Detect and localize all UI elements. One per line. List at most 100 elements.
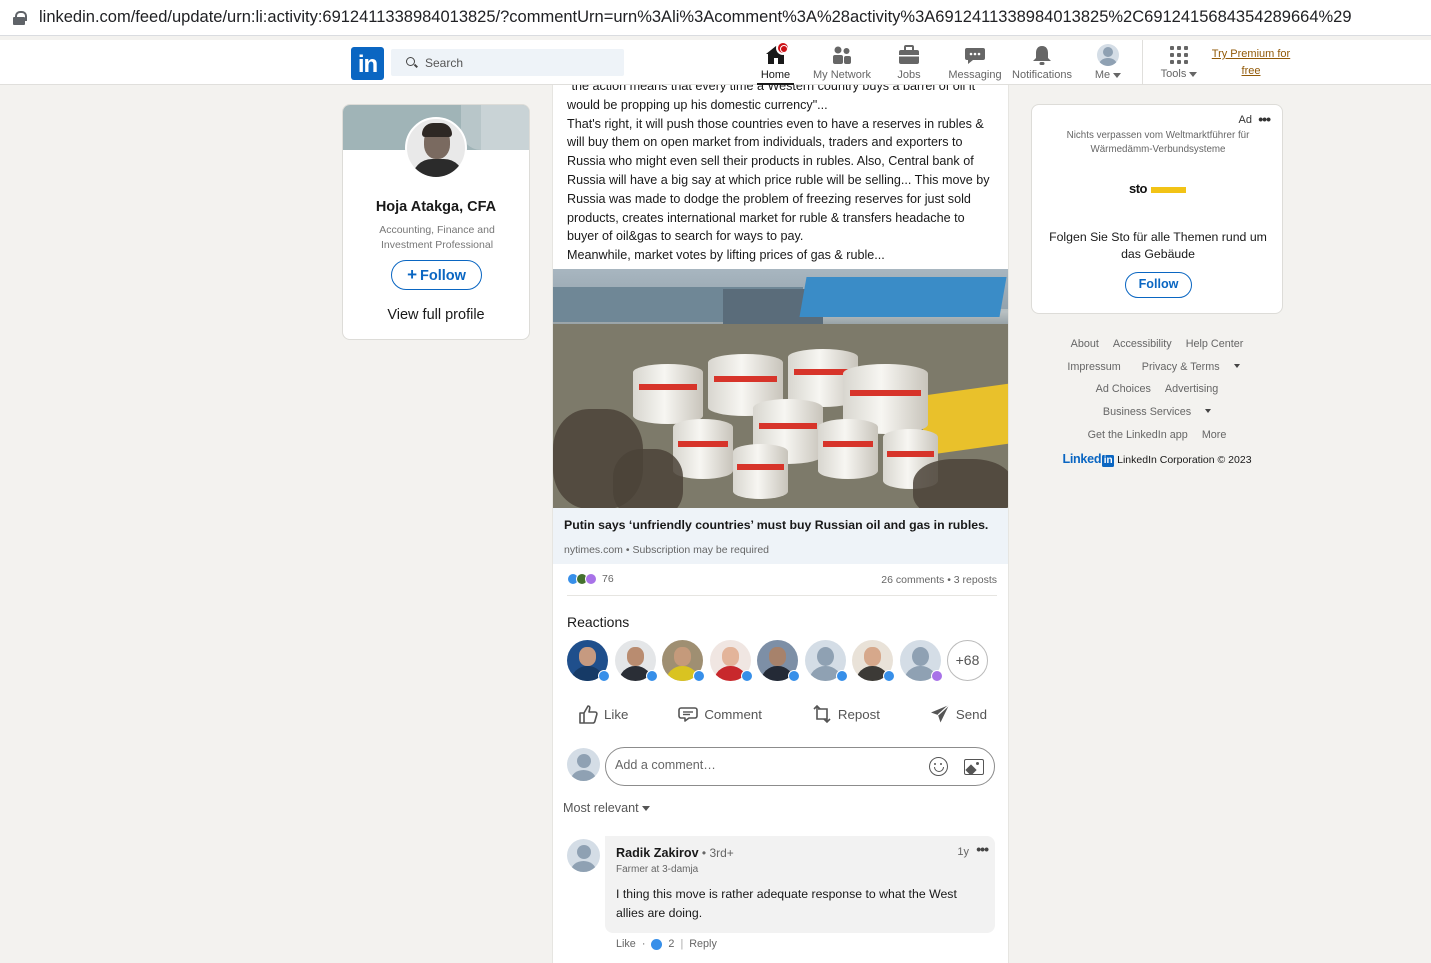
footer-more[interactable]: More bbox=[1202, 429, 1227, 441]
post-paragraph: "the action means that every time a West… bbox=[567, 85, 976, 112]
commenter-name[interactable]: Radik Zakirov bbox=[616, 846, 699, 860]
comment-like-button[interactable]: Like bbox=[616, 938, 636, 950]
comment-input[interactable] bbox=[615, 758, 915, 772]
reactor-avatar[interactable] bbox=[804, 640, 848, 682]
nav-me[interactable]: Me bbox=[1092, 44, 1124, 84]
search-icon bbox=[406, 56, 418, 69]
top-navigation: in Home My Network Jobs Messaging Notifi… bbox=[0, 40, 1431, 85]
linkedin-logo[interactable]: in bbox=[351, 47, 384, 80]
browser-address-bar[interactable]: linkedin.com/feed/update/urn:li:activity… bbox=[0, 0, 1431, 36]
premium-line-1: Try Premium for bbox=[1211, 48, 1291, 60]
send-button[interactable]: Send bbox=[919, 700, 997, 728]
like-reaction-icon bbox=[645, 670, 658, 682]
plus-icon: + bbox=[407, 265, 417, 284]
post-paragraph: Meanwhile, market votes by lifting price… bbox=[567, 248, 885, 263]
profile-name[interactable]: Hoja Atakga, CFA bbox=[343, 199, 529, 215]
try-premium-link[interactable]: Try Premium for free bbox=[1205, 46, 1297, 80]
follow-label: Follow bbox=[420, 268, 466, 284]
linkedin-wordmark: Linked bbox=[1062, 451, 1102, 466]
more-reactors-button[interactable]: +68 bbox=[947, 640, 988, 681]
nav-tools[interactable]: Tools bbox=[1158, 44, 1200, 84]
comment-like-count[interactable]: 2 bbox=[668, 938, 674, 950]
funny-reaction-icon bbox=[585, 573, 597, 585]
article-source: nytimes.com • Subscription may be requir… bbox=[564, 544, 770, 556]
reactor-avatar[interactable] bbox=[852, 640, 895, 682]
like-label: Like bbox=[604, 706, 629, 722]
author-profile-card: Hoja Atakga, CFA Accounting, Finance and… bbox=[342, 104, 530, 340]
footer-privacy-terms[interactable]: Privacy & Terms bbox=[1135, 361, 1247, 373]
message-icon bbox=[963, 44, 987, 66]
more-options-icon[interactable]: ••• bbox=[976, 841, 989, 857]
like-reaction-icon bbox=[740, 670, 753, 682]
search-bar[interactable] bbox=[391, 49, 624, 76]
comment-bubble: Radik Zakirov • 3rd+ 1y ••• Farmer at 3-… bbox=[605, 836, 995, 933]
search-input[interactable] bbox=[425, 55, 615, 70]
footer-get-app[interactable]: Get the LinkedIn app bbox=[1088, 429, 1188, 441]
comment-icon bbox=[677, 703, 699, 725]
comment-sort-dropdown[interactable]: Most relevant bbox=[563, 801, 650, 815]
nav-label-jobs: Jobs bbox=[897, 69, 921, 81]
article-link-card[interactable]: Putin says ‘unfriendly countries’ must b… bbox=[553, 508, 1008, 564]
commenter-name-row: Radik Zakirov • 3rd+ bbox=[616, 846, 734, 860]
nav-jobs[interactable]: Jobs bbox=[893, 44, 925, 84]
footer-advertising[interactable]: Advertising bbox=[1165, 383, 1218, 395]
footer-ad-choices[interactable]: Ad Choices bbox=[1096, 383, 1151, 395]
ad-follow-button[interactable]: Follow bbox=[1125, 272, 1192, 298]
funny-reaction-icon bbox=[930, 670, 943, 682]
ad-tagline: Nichts verpassen vom Weltmarktführer für… bbox=[1066, 130, 1250, 155]
comment-reply-button[interactable]: Reply bbox=[689, 938, 717, 950]
nav-messaging[interactable]: Messaging bbox=[946, 44, 1004, 84]
url-text[interactable]: linkedin.com/feed/update/urn:li:activity… bbox=[39, 8, 1352, 27]
emoji-icon[interactable] bbox=[929, 757, 948, 776]
commenter-avatar[interactable] bbox=[567, 839, 600, 872]
view-full-profile-link[interactable]: View full profile bbox=[343, 307, 529, 323]
reactor-avatar[interactable] bbox=[899, 640, 943, 682]
comment-actions: Like · 2 | Reply bbox=[616, 938, 717, 950]
comment-label: Comment bbox=[704, 706, 762, 722]
footer-business-services[interactable]: Business Services bbox=[1096, 406, 1218, 418]
nav-notifications[interactable]: Notifications bbox=[1010, 44, 1074, 84]
grid-icon bbox=[1170, 46, 1188, 64]
commenter-headline: Farmer at 3-damja bbox=[616, 864, 699, 875]
pipe-separator: | bbox=[680, 938, 684, 950]
footer-about[interactable]: About bbox=[1071, 338, 1099, 350]
feed-post: "the action means that every time a West… bbox=[552, 85, 1009, 963]
reactor-avatar[interactable] bbox=[709, 640, 753, 682]
image-icon[interactable] bbox=[964, 759, 984, 775]
send-label: Send bbox=[955, 706, 987, 722]
profile-follow-button[interactable]: + Follow bbox=[391, 260, 482, 290]
repost-icon bbox=[811, 703, 833, 725]
footer-accessibility[interactable]: Accessibility bbox=[1113, 338, 1172, 350]
thumbs-up-icon bbox=[577, 703, 599, 725]
nav-my-network[interactable]: My Network bbox=[810, 44, 874, 84]
comment-box[interactable] bbox=[605, 747, 995, 786]
chevron-down-icon bbox=[1205, 409, 1212, 414]
connection-degree: • 3rd+ bbox=[698, 846, 734, 860]
profile-avatar[interactable] bbox=[405, 117, 467, 179]
repost-button[interactable]: Repost bbox=[801, 700, 890, 728]
footer-help-center[interactable]: Help Center bbox=[1186, 338, 1244, 350]
article-image[interactable] bbox=[553, 269, 1008, 508]
nav-home[interactable]: Home bbox=[757, 41, 794, 85]
sto-logo[interactable]: sto bbox=[1129, 181, 1189, 197]
reactor-avatar[interactable] bbox=[567, 640, 610, 682]
like-reaction-icon bbox=[651, 938, 663, 950]
nav-label-me: Me bbox=[1094, 69, 1111, 81]
reaction-summary[interactable]: 76 bbox=[567, 573, 614, 585]
comments-reposts-count[interactable]: 26 comments • 3 reposts bbox=[881, 574, 997, 586]
reactor-avatar[interactable] bbox=[614, 640, 658, 682]
like-button[interactable]: Like bbox=[567, 700, 638, 728]
footer-impressum[interactable]: Impressum bbox=[1067, 361, 1120, 373]
ad-options-icon[interactable]: ••• bbox=[1258, 111, 1271, 127]
article-title[interactable]: Putin says ‘unfriendly countries’ must b… bbox=[564, 518, 988, 532]
reactor-avatar[interactable] bbox=[662, 640, 705, 682]
current-user-avatar bbox=[567, 748, 600, 781]
ad-label: Ad bbox=[1238, 114, 1252, 126]
comment-button[interactable]: Comment bbox=[667, 700, 772, 728]
comment-time: 1y bbox=[957, 846, 969, 858]
reactor-avatar[interactable] bbox=[757, 640, 800, 682]
profile-headline: Accounting, Finance and Investment Profe… bbox=[379, 224, 495, 251]
send-icon bbox=[929, 703, 951, 725]
chevron-down-icon bbox=[1113, 72, 1122, 78]
post-action-bar: Like Comment Repost Send bbox=[567, 700, 997, 728]
